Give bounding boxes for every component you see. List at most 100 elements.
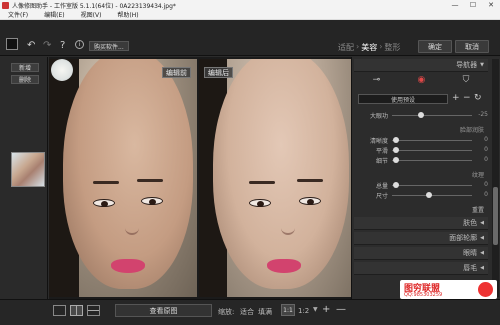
zoom-1-2-button[interactable]: 1:2 <box>298 307 309 315</box>
add-preset-icon[interactable]: + <box>452 93 460 103</box>
slider-knob[interactable] <box>393 182 399 188</box>
lips <box>111 259 145 273</box>
feature-icons: ⊸ ◉ ⛉ <box>354 73 488 87</box>
collapse-icon: ▼ <box>480 62 484 68</box>
watermark: 图穷联盟 QQ:985303259 <box>400 280 497 299</box>
after-photo: 编辑后 <box>199 59 351 297</box>
delete-button[interactable]: 删除 <box>11 75 39 84</box>
section-eyes[interactable]: 眼睛 ◀ <box>354 247 488 260</box>
scrollbar[interactable] <box>492 59 499 297</box>
after-label: 编辑后 <box>204 67 233 78</box>
preset-select[interactable]: 使用预设 <box>358 94 448 104</box>
title-bar: 人像修图助手 - 工作室版 5.1.1(64位) - 0A223139434.j… <box>0 0 500 10</box>
chevron-down-icon[interactable]: ▼ <box>313 306 318 313</box>
app-window: 人像修图助手 - 工作室版 5.1.1(64位) - 0A223139434.j… <box>0 0 500 325</box>
slider-knob[interactable] <box>393 137 399 143</box>
nose <box>281 209 295 235</box>
section-skin-tone[interactable]: 肤色 ◀ <box>354 217 488 230</box>
view-original-button[interactable]: 查看原图 <box>115 304 212 317</box>
face-after <box>213 59 349 289</box>
buy-software-button[interactable]: 购买软件... <box>89 41 129 51</box>
toolbar: ↶ ↷ ? i 购买软件... 适配 › 美容 › 整形 确定 取消 <box>0 20 500 56</box>
help-icon[interactable]: ? <box>60 40 65 51</box>
undo-icon[interactable]: ↶ <box>27 40 35 51</box>
mode-separator: › <box>379 42 383 51</box>
slider-knob[interactable] <box>426 192 432 198</box>
cancel-button[interactable]: 取消 <box>455 40 489 53</box>
face-select-icon[interactable]: ⊸ <box>373 75 381 85</box>
slider-knob[interactable] <box>418 112 424 118</box>
redo-icon[interactable]: ↷ <box>43 40 51 51</box>
expand-icon: ◀ <box>480 220 484 226</box>
slider-clarity[interactable]: 清晰度 0 <box>356 136 488 145</box>
expand-icon: ◀ <box>480 235 484 241</box>
slider-knob[interactable] <box>393 157 399 163</box>
zoom-in-icon[interactable]: + <box>322 304 330 315</box>
navigator-header[interactable]: 导航器 ▼ <box>354 59 488 72</box>
face-before <box>63 59 193 289</box>
mode-fit[interactable]: 适配 <box>338 42 354 53</box>
zoom-out-icon[interactable]: — <box>336 304 346 315</box>
mode-reshape[interactable]: 整形 <box>384 42 400 53</box>
expand-icon: ◀ <box>480 250 484 256</box>
canvas-area[interactable]: 编辑前 编辑后 <box>49 57 351 299</box>
slider-detail[interactable]: 细节 0 <box>356 156 488 165</box>
remove-preset-icon[interactable]: − <box>463 93 471 103</box>
scrollbar-thumb[interactable] <box>493 187 498 245</box>
mode-breadcrumb: 适配 › 美容 › 整形 <box>338 42 400 53</box>
watermark-logo-icon <box>478 282 493 297</box>
slider-knob[interactable] <box>393 147 399 153</box>
eye-icon[interactable]: ◉ <box>417 75 425 85</box>
brow <box>93 181 119 184</box>
expand-icon: ◀ <box>480 265 484 271</box>
reset-preset-icon[interactable]: ↻ <box>474 93 482 103</box>
eye <box>141 197 163 205</box>
zoom-fit-button[interactable]: 适合 <box>240 307 254 317</box>
slider-overall[interactable]: 大眼功 -25 <box>356 111 488 120</box>
mode-beauty[interactable]: 美容 <box>361 42 377 53</box>
split-view-icon[interactable] <box>70 305 83 316</box>
eye <box>299 197 321 205</box>
zoom-1-1-button[interactable]: 1:1 <box>281 304 295 316</box>
zoom-label: 缩放: <box>218 308 235 316</box>
brow <box>137 179 163 182</box>
lips <box>267 259 301 273</box>
confirm-button[interactable]: 确定 <box>418 40 452 53</box>
section-lips[interactable]: 唇毛 ◀ <box>354 262 488 275</box>
before-photo: 编辑前 <box>49 59 197 297</box>
single-view-icon[interactable] <box>53 305 66 316</box>
minimize-icon[interactable]: — <box>446 0 464 10</box>
menu-help[interactable]: 帮助(H) <box>109 10 146 19</box>
stacked-view-icon[interactable] <box>87 305 100 316</box>
menu-edit[interactable]: 编辑(E) <box>36 10 72 19</box>
close-icon[interactable]: ✕ <box>482 0 500 10</box>
slider-smooth[interactable]: 平滑 0 <box>356 146 488 155</box>
brow <box>249 181 275 184</box>
mask-icon[interactable]: ⛉ <box>463 75 470 85</box>
brow <box>297 179 323 182</box>
right-panel: 导航器 ▼ ⊸ ◉ ⛉ 使用预设 + − ↻ 大眼功 -25 脸部润肤 清晰度 0… <box>351 57 500 299</box>
app-logo <box>6 38 18 50</box>
info-icon[interactable]: i <box>75 40 84 49</box>
window-controls: — ☐ ✕ <box>446 0 500 10</box>
add-button[interactable]: 新增 <box>11 63 39 72</box>
left-panel: 新增 删除 <box>0 57 48 300</box>
menu-file[interactable]: 文件(F) <box>0 10 36 19</box>
reset-button[interactable]: 重置 <box>354 205 488 214</box>
slider-size[interactable]: 尺寸 0 <box>356 191 488 200</box>
section-face-contour[interactable]: 面部轮廓 ◀ <box>354 232 488 245</box>
app-icon <box>2 1 9 9</box>
menu-view[interactable]: 视图(V) <box>73 10 110 19</box>
flower <box>51 59 73 81</box>
slider-amount[interactable]: 总量 0 <box>356 181 488 190</box>
eye <box>93 199 115 207</box>
texture-header: 纹理 <box>471 172 484 179</box>
window-title: 人像修图助手 - 工作室版 5.1.1(64位) - 0A223139434.j… <box>12 2 176 10</box>
watermark-qq: QQ:985303259 <box>404 292 443 298</box>
image-thumbnail[interactable] <box>11 152 45 187</box>
bottom-bar: 查看原图 缩放: 适合 填满 1:1 1:2 ▼ + — <box>0 299 500 325</box>
maximize-icon[interactable]: ☐ <box>464 0 482 10</box>
face-detail-header: 脸部润肤 <box>459 127 484 134</box>
nose <box>125 209 139 235</box>
zoom-fill-button[interactable]: 填满 <box>258 307 272 317</box>
